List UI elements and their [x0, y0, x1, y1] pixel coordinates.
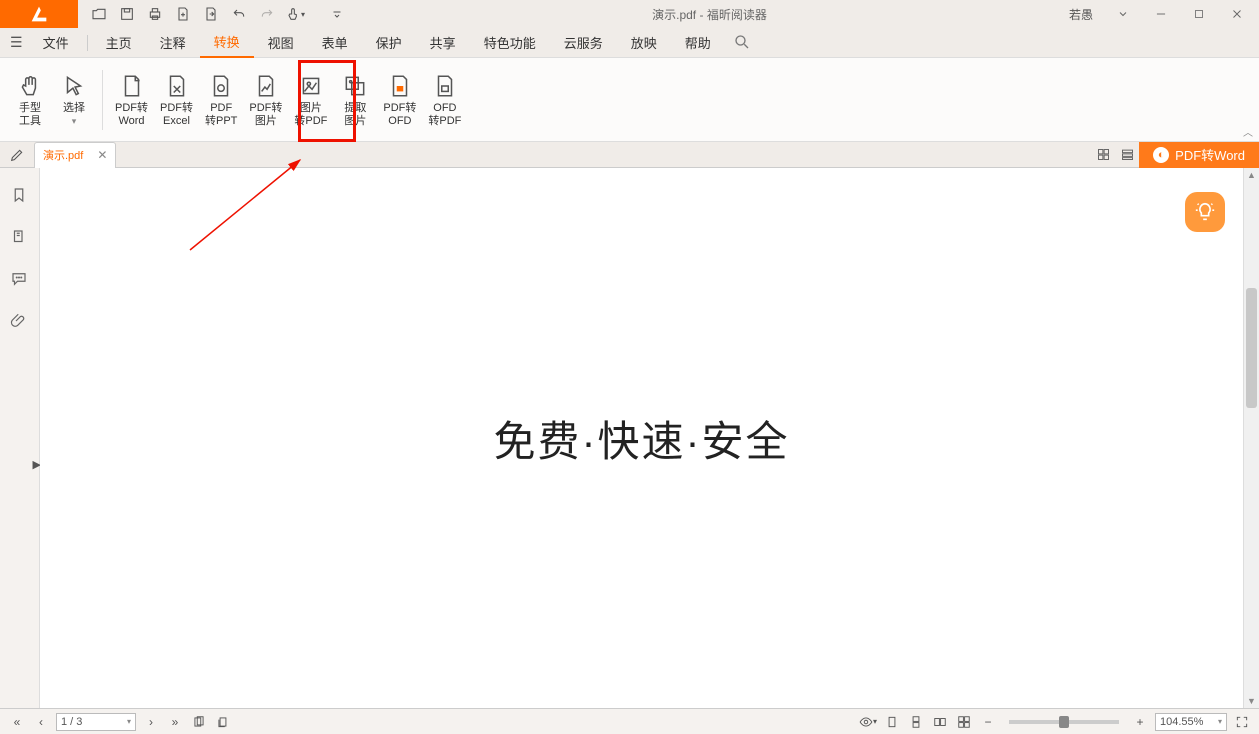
- scroll-down-icon[interactable]: ▼: [1244, 694, 1259, 708]
- qat-dropdown-icon[interactable]: [326, 3, 348, 25]
- tool-pdf2img[interactable]: PDF转图片: [243, 68, 288, 132]
- username[interactable]: 若愚: [1061, 6, 1101, 23]
- hand-icon: [16, 72, 44, 100]
- visibility-icon[interactable]: ▾: [859, 713, 877, 731]
- tool-pdf2ppt[interactable]: PDF转PPT: [199, 68, 243, 132]
- menu-convert[interactable]: 转换: [200, 28, 254, 58]
- doc-image-icon: [252, 72, 280, 100]
- image-doc-icon: [297, 72, 325, 100]
- user-dropdown-icon[interactable]: [1107, 0, 1139, 28]
- menu-slideshow[interactable]: 放映: [617, 28, 671, 58]
- minimize-button[interactable]: [1145, 0, 1177, 28]
- tool-img2pdf[interactable]: 图片转PDF: [288, 68, 333, 132]
- tips-button[interactable]: [1185, 192, 1225, 232]
- fullscreen-icon[interactable]: [1233, 713, 1251, 731]
- page-text: 免费·快速·安全: [494, 408, 790, 469]
- collapse-ribbon-icon[interactable]: ︿: [1243, 124, 1253, 139]
- facing-icon[interactable]: [931, 713, 949, 731]
- new-doc-icon[interactable]: [172, 3, 194, 25]
- search-icon[interactable]: [733, 33, 753, 53]
- list-view-icon[interactable]: [1115, 143, 1139, 167]
- vertical-scrollbar[interactable]: ▲ ▼: [1243, 168, 1259, 708]
- tool-select[interactable]: 选择▾: [52, 68, 96, 132]
- open-icon[interactable]: [88, 3, 110, 25]
- convert-circle-icon: ◐: [1153, 147, 1169, 163]
- pdf-page: 免费·快速·安全: [70, 168, 1213, 708]
- edit-tool-icon[interactable]: [0, 147, 34, 163]
- attachment-icon[interactable]: [10, 312, 30, 332]
- zoom-slider-knob[interactable]: [1059, 716, 1069, 728]
- menu-form[interactable]: 表单: [308, 28, 362, 58]
- continuous-icon[interactable]: [907, 713, 925, 731]
- print-icon[interactable]: [144, 3, 166, 25]
- export-icon[interactable]: [200, 3, 222, 25]
- tool-extract-img[interactable]: 提取图片: [333, 68, 377, 132]
- next-page-icon[interactable]: ›: [142, 713, 160, 731]
- comment-icon[interactable]: [10, 270, 30, 290]
- tab-close-icon[interactable]: ✕: [97, 148, 107, 162]
- tool-pdf2excel[interactable]: PDF转Excel: [154, 68, 199, 132]
- touch-icon[interactable]: ▾: [284, 3, 306, 25]
- menu-file[interactable]: 文件: [29, 28, 83, 58]
- close-button[interactable]: [1221, 0, 1253, 28]
- menu-annotate[interactable]: 注释: [146, 28, 200, 58]
- save-icon[interactable]: [116, 3, 138, 25]
- grid-view-icon[interactable]: [1091, 143, 1115, 167]
- menu-protect[interactable]: 保护: [362, 28, 416, 58]
- menu-view[interactable]: 视图: [254, 28, 308, 58]
- menu-cloud[interactable]: 云服务: [550, 28, 617, 58]
- doc-word-icon: [118, 72, 146, 100]
- hamburger-icon[interactable]: ☰: [10, 34, 29, 51]
- duplicate-icon[interactable]: [214, 713, 232, 731]
- zoom-slider[interactable]: [1009, 720, 1119, 724]
- facing-continuous-icon[interactable]: [955, 713, 973, 731]
- tool-pdf2word[interactable]: PDF转Word: [109, 68, 154, 132]
- tool-ofd2pdf[interactable]: OFD转PDF: [422, 68, 467, 132]
- redo-icon[interactable]: [256, 3, 278, 25]
- extract-image-icon: [341, 72, 369, 100]
- maximize-button[interactable]: [1183, 0, 1215, 28]
- document-tab[interactable]: 演示.pdf ✕: [34, 142, 116, 168]
- menu-share[interactable]: 共享: [416, 28, 470, 58]
- menu-help[interactable]: 帮助: [671, 28, 725, 58]
- menu-feature[interactable]: 特色功能: [470, 28, 550, 58]
- scrollbar-thumb[interactable]: [1246, 288, 1257, 408]
- zoom-in-icon[interactable]: +: [1131, 713, 1149, 731]
- zoom-input[interactable]: 104.55%▾: [1155, 713, 1227, 731]
- tab-label: 演示.pdf: [43, 147, 83, 163]
- page-input[interactable]: 1 / 3▾: [56, 713, 136, 731]
- last-page-icon[interactable]: »: [166, 713, 184, 731]
- app-logo[interactable]: [0, 0, 78, 28]
- cursor-icon: [60, 72, 88, 100]
- tool-hand[interactable]: 手型工具: [8, 68, 52, 132]
- tool-pdf2ofd[interactable]: PDF转OFD: [377, 68, 422, 132]
- pages-icon[interactable]: [10, 228, 30, 248]
- scroll-up-icon[interactable]: ▲: [1244, 168, 1259, 182]
- menu-home[interactable]: 主页: [92, 28, 146, 58]
- prev-page-icon[interactable]: ‹: [32, 713, 50, 731]
- undo-icon[interactable]: [228, 3, 250, 25]
- doc-excel-icon: [163, 72, 191, 100]
- left-sidebar: ▶: [0, 168, 40, 708]
- bookmark-icon[interactable]: [10, 186, 30, 206]
- doc-ppt-icon: [207, 72, 235, 100]
- ofd-doc-icon: [431, 72, 459, 100]
- zoom-out-icon[interactable]: −: [979, 713, 997, 731]
- window-title: 演示.pdf - 福昕阅读器: [358, 6, 1061, 23]
- first-page-icon[interactable]: «: [8, 713, 26, 731]
- pdf-to-word-button[interactable]: ◐ PDF转Word: [1139, 142, 1259, 168]
- copy-page-icon[interactable]: [190, 713, 208, 731]
- single-page-icon[interactable]: [883, 713, 901, 731]
- doc-ofd-icon: [386, 72, 414, 100]
- document-canvas[interactable]: 免费·快速·安全: [40, 168, 1243, 708]
